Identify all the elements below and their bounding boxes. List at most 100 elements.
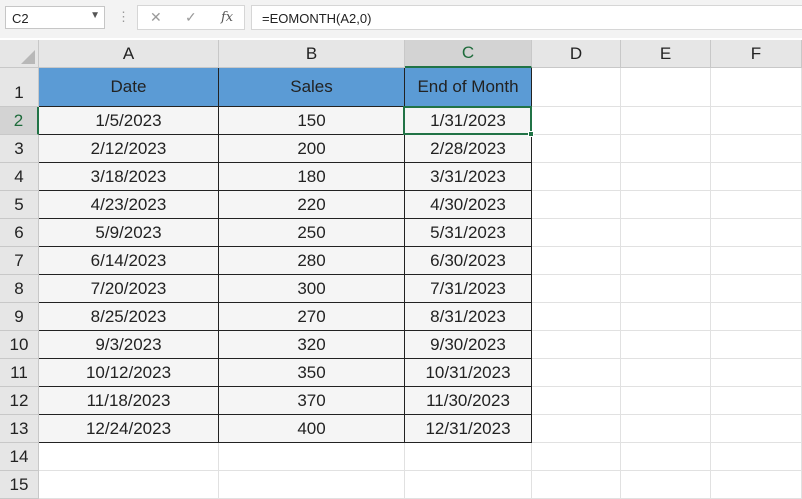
cell-b3[interactable]: 200 [219,135,405,163]
cell-f15[interactable] [711,471,802,499]
cell-b15[interactable] [219,471,405,499]
drag-handle-icon[interactable]: ⋮ [117,9,130,25]
cell-b13[interactable]: 400 [219,415,405,443]
cell-a6[interactable]: 5/9/2023 [39,219,219,247]
cell-a3[interactable]: 2/12/2023 [39,135,219,163]
cell-a13[interactable]: 12/24/2023 [39,415,219,443]
cell-a10[interactable]: 9/3/2023 [39,331,219,359]
cell-e1[interactable] [621,68,711,107]
cell-f11[interactable] [711,359,802,387]
cell-f8[interactable] [711,275,802,303]
cell-d3[interactable] [532,135,621,163]
cell-d4[interactable] [532,163,621,191]
cell-d13[interactable] [532,415,621,443]
cell-a7[interactable]: 6/14/2023 [39,247,219,275]
cell-d6[interactable] [532,219,621,247]
cell-d14[interactable] [532,443,621,471]
cell-c3[interactable]: 2/28/2023 [405,135,532,163]
cell-d1[interactable] [532,68,621,107]
cell-b7[interactable]: 280 [219,247,405,275]
cell-b14[interactable] [219,443,405,471]
cell-b1[interactable]: Sales [219,68,405,107]
cell-a12[interactable]: 11/18/2023 [39,387,219,415]
cell-a5[interactable]: 4/23/2023 [39,191,219,219]
cell-a8[interactable]: 7/20/2023 [39,275,219,303]
cell-e4[interactable] [621,163,711,191]
row-header-15[interactable]: 15 [0,471,39,499]
row-header-13[interactable]: 13 [0,415,39,443]
name-box[interactable]: C2 ▼ [5,6,105,29]
cell-a2[interactable]: 1/5/2023 [39,107,219,135]
row-header-9[interactable]: 9 [0,303,39,331]
cancel-icon[interactable]: ✕ [150,9,162,26]
cell-c8[interactable]: 7/31/2023 [405,275,532,303]
row-header-7[interactable]: 7 [0,247,39,275]
cell-e15[interactable] [621,471,711,499]
cell-d12[interactable] [532,387,621,415]
column-header-f[interactable]: F [711,40,802,68]
cell-b12[interactable]: 370 [219,387,405,415]
cell-c6[interactable]: 5/31/2023 [405,219,532,247]
chevron-down-icon[interactable]: ▼ [90,10,100,21]
cell-e6[interactable] [621,219,711,247]
cell-a1[interactable]: Date [39,68,219,107]
cell-b10[interactable]: 320 [219,331,405,359]
cell-e14[interactable] [621,443,711,471]
cell-e3[interactable] [621,135,711,163]
cell-c15[interactable] [405,471,532,499]
cell-d9[interactable] [532,303,621,331]
cell-c5[interactable]: 4/30/2023 [405,191,532,219]
cell-b4[interactable]: 180 [219,163,405,191]
cell-c10[interactable]: 9/30/2023 [405,331,532,359]
row-header-5[interactable]: 5 [0,191,39,219]
cell-e13[interactable] [621,415,711,443]
cell-e2[interactable] [621,107,711,135]
row-header-4[interactable]: 4 [0,163,39,191]
cell-e5[interactable] [621,191,711,219]
cell-c7[interactable]: 6/30/2023 [405,247,532,275]
cell-c13[interactable]: 12/31/2023 [405,415,532,443]
row-header-14[interactable]: 14 [0,443,39,471]
row-header-1[interactable]: 1 [0,68,39,107]
cell-a11[interactable]: 10/12/2023 [39,359,219,387]
cell-f13[interactable] [711,415,802,443]
cell-b2[interactable]: 150 [219,107,405,135]
cell-a4[interactable]: 3/18/2023 [39,163,219,191]
cell-e9[interactable] [621,303,711,331]
cell-c14[interactable] [405,443,532,471]
cell-e8[interactable] [621,275,711,303]
cell-a15[interactable] [39,471,219,499]
column-header-d[interactable]: D [532,40,621,68]
cell-c11[interactable]: 10/31/2023 [405,359,532,387]
select-all-button[interactable] [0,40,39,68]
cell-d11[interactable] [532,359,621,387]
cell-f7[interactable] [711,247,802,275]
cell-f5[interactable] [711,191,802,219]
cell-d10[interactable] [532,331,621,359]
cell-d5[interactable] [532,191,621,219]
cell-b6[interactable]: 250 [219,219,405,247]
cell-b11[interactable]: 350 [219,359,405,387]
cell-a14[interactable] [39,443,219,471]
row-header-12[interactable]: 12 [0,387,39,415]
cell-f14[interactable] [711,443,802,471]
column-header-c[interactable]: C [405,40,532,68]
cell-e12[interactable] [621,387,711,415]
row-header-11[interactable]: 11 [0,359,39,387]
cell-c12[interactable]: 11/30/2023 [405,387,532,415]
cell-e10[interactable] [621,331,711,359]
cell-c9[interactable]: 8/31/2023 [405,303,532,331]
cell-e11[interactable] [621,359,711,387]
cell-b8[interactable]: 300 [219,275,405,303]
cell-f10[interactable] [711,331,802,359]
row-header-10[interactable]: 10 [0,331,39,359]
cell-f6[interactable] [711,219,802,247]
cell-f2[interactable] [711,107,802,135]
insert-function-icon[interactable]: fx [221,10,233,25]
cell-f4[interactable] [711,163,802,191]
cell-c1[interactable]: End of Month [405,68,532,107]
row-header-6[interactable]: 6 [0,219,39,247]
cell-d8[interactable] [532,275,621,303]
cell-f12[interactable] [711,387,802,415]
cell-d7[interactable] [532,247,621,275]
